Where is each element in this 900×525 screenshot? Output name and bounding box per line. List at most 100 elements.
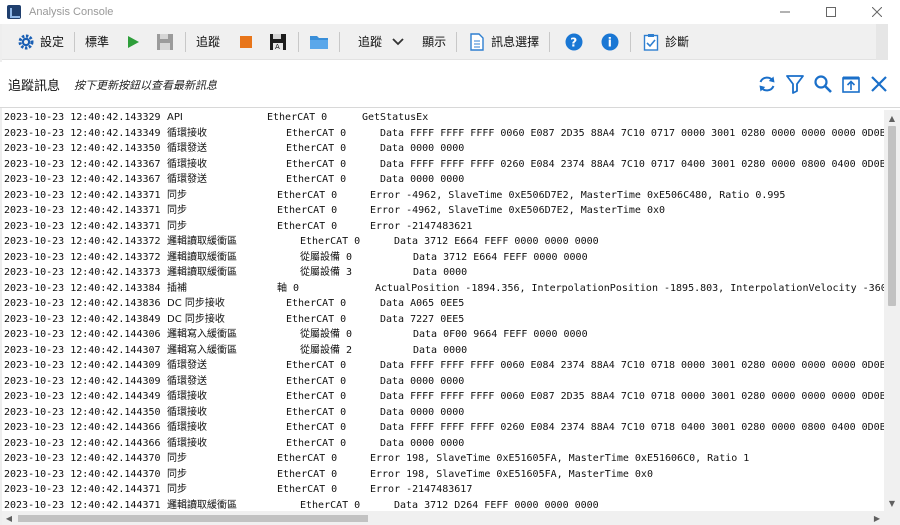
close-panel-button[interactable] xyxy=(868,72,890,96)
log-row[interactable]: 2023-10-23 12:40:42.143367 循環接收 EtherCAT 0… xyxy=(2,157,884,173)
minimize-button[interactable] xyxy=(762,0,808,24)
log-category: DC 同步接收 xyxy=(167,313,225,325)
scroll-right-icon[interactable]: ▶ xyxy=(870,511,884,525)
play-icon xyxy=(123,32,143,52)
log-row[interactable]: 2023-10-23 12:40:42.144366 循環接收 EtherCAT 0… xyxy=(2,420,884,436)
log-message: Data FFFF FFFF FFFF 0260 E084 2374 88A4 … xyxy=(380,158,884,170)
display-button[interactable]: 顯示 xyxy=(418,28,450,56)
log-timestamp: 2023-10-23 12:40:42.143372 xyxy=(4,236,161,247)
log-device: EtherCAT 0 xyxy=(286,127,347,139)
save-as-button[interactable]: A xyxy=(264,28,292,56)
log-category: 循環接收 xyxy=(167,127,207,139)
help-icon: ? xyxy=(564,32,584,52)
scroll-up-icon[interactable]: ▲ xyxy=(884,110,900,126)
log-row[interactable]: 2023-10-23 12:40:42.144306 邏輯寫入緩衝區 從屬設備 0 D… xyxy=(2,327,884,343)
log-row[interactable]: 2023-10-23 12:40:42.144309 循環發送 EtherCAT 0… xyxy=(2,374,884,390)
message-select-button[interactable]: 訊息選擇 xyxy=(463,28,543,56)
log-device: EtherCAT 0 xyxy=(286,422,347,433)
log-category: 循環發送 xyxy=(167,143,207,154)
log-row[interactable]: 2023-10-23 12:40:42.143849 DC 同步接收 EtherCA… xyxy=(2,312,884,328)
log-message: Error -2147483617 xyxy=(370,484,473,495)
save-disabled-button[interactable] xyxy=(151,28,179,56)
vertical-scroll-thumb[interactable] xyxy=(888,126,896,306)
log-row[interactable]: 2023-10-23 12:40:42.143371 同步 EtherCAT 0 Er… xyxy=(2,203,884,219)
trace-dropdown-button[interactable]: 追蹤 xyxy=(354,28,412,56)
close-button[interactable] xyxy=(854,0,900,24)
page-title: 追蹤訊息 xyxy=(8,79,61,94)
log-category: 邏輯寫入緩衝區 xyxy=(167,329,237,340)
log-row[interactable]: 2023-10-23 12:40:42.143349 循環接收 EtherCAT 0… xyxy=(2,126,884,142)
log-row[interactable]: 2023-10-23 12:40:42.143371 同步 EtherCAT 0 Er… xyxy=(2,188,884,204)
log-row[interactable]: 2023-10-23 12:40:42.144307 邏輯寫入緩衝區 從屬設備 2 D… xyxy=(2,343,884,359)
search-button[interactable] xyxy=(812,72,834,96)
log-message: Error -4962, SlaveTime 0xE506D7E2, Maste… xyxy=(370,189,786,201)
scroll-down-icon[interactable]: ▼ xyxy=(884,495,900,511)
log-category: 同步 xyxy=(167,220,187,232)
scroll-left-icon[interactable]: ◀ xyxy=(2,511,16,525)
log-row[interactable]: 2023-10-23 12:40:42.143372 邏輯讀取緩衝區 從屬設備 0 D… xyxy=(2,250,884,266)
log-category: 循環接收 xyxy=(167,158,207,170)
log-row[interactable]: 2023-10-23 12:40:42.143371 同步 EtherCAT 0 Er… xyxy=(2,219,884,235)
close-icon xyxy=(871,76,887,92)
svg-text:A: A xyxy=(275,43,280,51)
refresh-button[interactable] xyxy=(756,72,778,96)
log-message: Data 3712 E664 FEFF 0000 0000 0000 xyxy=(394,236,599,247)
log-device: 從屬設備 0 xyxy=(300,251,353,263)
log-row[interactable]: 2023-10-23 12:40:42.143372 邏輯讀取緩衝區 EtherCA… xyxy=(2,234,884,250)
toolbar-separator xyxy=(298,31,300,52)
log-timestamp: 2023-10-23 12:40:42.143373 xyxy=(4,267,161,278)
vertical-scrollbar[interactable]: ▲ ▼ xyxy=(884,110,900,511)
log-row[interactable]: 2023-10-23 12:40:42.144309 循環發送 EtherCAT 0… xyxy=(2,358,884,374)
log-row[interactable]: 2023-10-23 12:40:42.143350 循環發送 EtherCAT 0… xyxy=(2,141,884,157)
trace-label: 追蹤 xyxy=(196,35,221,49)
log-message: Data FFFF FFFF FFFF 0060 E087 2D35 88A4 … xyxy=(380,127,884,139)
title-bar[interactable]: Analysis Console xyxy=(0,0,900,24)
log-row[interactable]: 2023-10-23 12:40:42.143836 DC 同步接收 EtherCA… xyxy=(2,296,884,312)
document-icon xyxy=(467,32,487,52)
trace-button[interactable]: 追蹤 xyxy=(192,28,224,56)
log-message: Data 0000 0000 xyxy=(380,406,465,418)
log-timestamp: 2023-10-23 12:40:42.144371 xyxy=(4,484,161,495)
log-category: 循環接收 xyxy=(167,422,207,433)
log-row[interactable]: 2023-10-23 12:40:42.144371 邏輯讀取緩衝區 EtherCA… xyxy=(2,498,884,512)
log-device: EtherCAT 0 xyxy=(300,499,361,511)
log-device: EtherCAT 0 xyxy=(277,205,338,216)
maximize-button[interactable] xyxy=(808,0,854,24)
log-row[interactable]: 2023-10-23 12:40:42.144349 循環接收 EtherCAT 0… xyxy=(2,389,884,405)
log-timestamp: 2023-10-23 12:40:42.144370 xyxy=(4,453,161,464)
log-row[interactable]: 2023-10-23 12:40:42.144370 同步 EtherCAT 0 Er… xyxy=(2,451,884,467)
diagnostics-button[interactable]: 診斷 xyxy=(637,28,693,56)
filter-button[interactable] xyxy=(784,72,806,96)
toolbar-separator xyxy=(339,31,341,52)
log-timestamp: 2023-10-23 12:40:42.143349 xyxy=(4,127,161,139)
trace-log-list[interactable]: 2023-10-23 12:40:42.143329 API EtherCAT 0 G… xyxy=(2,110,884,511)
settings-button[interactable]: 設定 xyxy=(12,28,68,56)
gear-icon xyxy=(16,32,36,52)
play-button[interactable] xyxy=(119,28,147,56)
log-category: 邏輯讀取緩衝區 xyxy=(167,267,237,278)
log-row[interactable]: 2023-10-23 12:40:42.143329 API EtherCAT 0 G… xyxy=(2,110,884,126)
export-button[interactable] xyxy=(840,72,862,96)
log-row[interactable]: 2023-10-23 12:40:42.143373 邏輯讀取緩衝區 從屬設備 3 D… xyxy=(2,265,884,281)
log-row[interactable]: 2023-10-23 12:40:42.143367 循環發送 EtherCAT 0… xyxy=(2,172,884,188)
log-row[interactable]: 2023-10-23 12:40:42.144350 循環接收 EtherCAT 0… xyxy=(2,405,884,421)
info-button[interactable]: i xyxy=(596,28,624,56)
log-message: Data 0000 0000 xyxy=(380,437,465,449)
horizontal-scrollbar[interactable]: ◀ ▶ xyxy=(2,511,884,525)
help-button[interactable]: ? xyxy=(560,28,588,56)
standard-button[interactable]: 標準 xyxy=(81,28,113,56)
log-row[interactable]: 2023-10-23 12:40:42.143384 插補 軸 0 ActualPos… xyxy=(2,281,884,297)
standard-label: 標準 xyxy=(85,35,110,49)
log-row[interactable]: 2023-10-23 12:40:42.144371 同步 EtherCAT 0 Er… xyxy=(2,482,884,498)
log-category: 同步 xyxy=(167,205,187,216)
toolbar-overflow[interactable] xyxy=(876,24,888,60)
open-folder-button[interactable] xyxy=(305,28,333,56)
log-row[interactable]: 2023-10-23 12:40:42.144370 同步 EtherCAT 0 Er… xyxy=(2,467,884,483)
stop-button[interactable] xyxy=(232,28,260,56)
log-timestamp: 2023-10-23 12:40:42.143350 xyxy=(4,143,161,154)
log-row[interactable]: 2023-10-23 12:40:42.144366 循環接收 EtherCAT 0… xyxy=(2,436,884,452)
clipboard-icon xyxy=(641,32,661,52)
horizontal-scroll-thumb[interactable] xyxy=(18,515,368,522)
log-timestamp: 2023-10-23 12:40:42.144371 xyxy=(4,499,161,511)
log-message: Data 0000 0000 xyxy=(380,375,465,387)
